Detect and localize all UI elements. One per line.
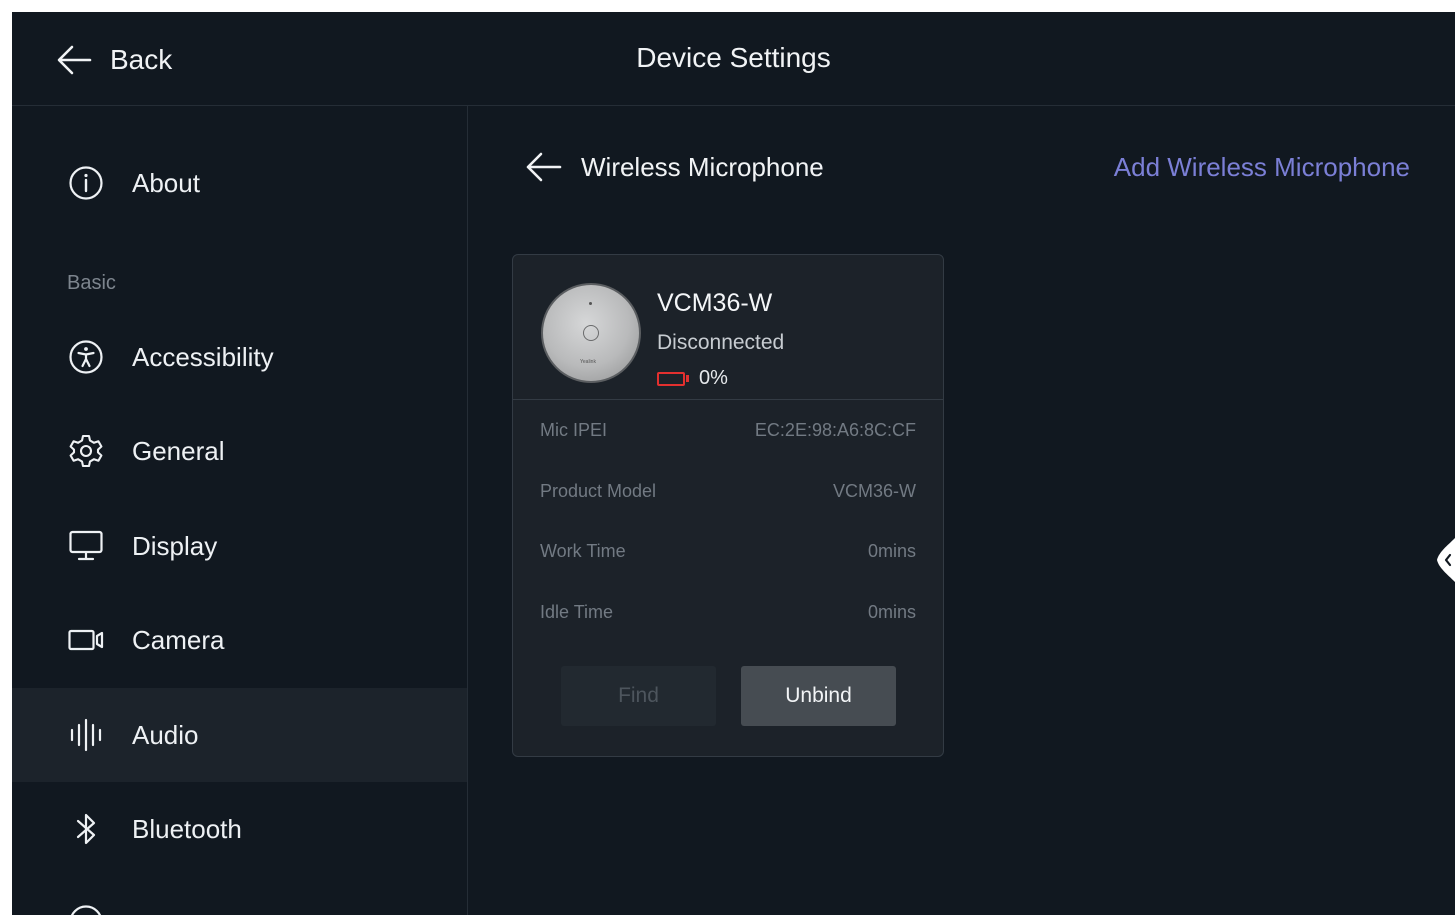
sidebar-item-label: Display xyxy=(132,530,218,561)
monitor-icon xyxy=(66,526,106,566)
info-row-mic-ipei: Mic IPEI EC:2E:98:A6:8C:CF xyxy=(540,415,916,445)
info-label: Mic IPEI xyxy=(540,419,608,440)
sidebar-item-camera[interactable]: Camera xyxy=(12,593,467,687)
battery-icon xyxy=(657,371,685,386)
sidebar-item-label: Audio xyxy=(132,719,199,750)
microphone-card: Yealink VCM36-W Disconnected 0% Mic IPEI… xyxy=(512,254,944,757)
info-value: 0mins xyxy=(867,601,916,622)
info-value: EC:2E:98:A6:8C:CF xyxy=(754,419,916,440)
info-row-work-time: Work Time 0mins xyxy=(540,536,916,566)
device-status: Disconnected xyxy=(657,331,785,354)
sidebar-item-general[interactable]: General xyxy=(12,404,467,498)
info-value: 0mins xyxy=(867,540,916,561)
edge-collapse-handle[interactable] xyxy=(1435,538,1455,582)
info-row-idle-time: Idle Time 0mins xyxy=(540,597,916,627)
mic-brand-text: Yealink xyxy=(580,359,596,365)
find-button[interactable]: Find xyxy=(561,666,716,726)
microphone-image: Yealink xyxy=(541,283,641,383)
sidebar: About Basic Accessibility General Displa… xyxy=(12,106,468,915)
sidebar-item-display[interactable]: Display xyxy=(12,499,467,593)
info-icon xyxy=(66,163,106,203)
sidebar-item-bluetooth[interactable]: Bluetooth xyxy=(12,782,467,876)
sidebar-item-accessibility[interactable]: Accessibility xyxy=(12,310,467,404)
bluetooth-icon xyxy=(66,809,106,849)
sidebar-item-label: About xyxy=(132,167,200,198)
page-title: Device Settings xyxy=(636,42,831,73)
info-label: Product Model xyxy=(540,480,657,501)
card-header: Yealink VCM36-W Disconnected 0% xyxy=(513,255,943,400)
section-heading-basic: Basic xyxy=(67,272,116,294)
main-panel: Wireless Microphone Add Wireless Microph… xyxy=(468,106,1455,915)
partial-circle-icon xyxy=(66,902,106,915)
info-value: VCM36-W xyxy=(832,480,916,501)
audio-waveform-icon xyxy=(66,715,106,755)
sidebar-item-audio[interactable]: Audio xyxy=(12,688,467,782)
info-label: Idle Time xyxy=(540,601,614,622)
camera-icon xyxy=(66,620,106,660)
accessibility-icon xyxy=(66,337,106,377)
sidebar-item-about[interactable]: About xyxy=(12,136,467,230)
add-wireless-microphone-link[interactable]: Add Wireless Microphone xyxy=(1114,152,1410,183)
battery-indicator: 0% xyxy=(657,367,728,390)
sidebar-item-label: Bluetooth xyxy=(132,813,242,844)
sidebar-item-label: Camera xyxy=(132,624,225,655)
sidebar-item-label: Accessibility xyxy=(132,341,274,372)
top-bar: Back Device Settings xyxy=(12,12,1455,106)
arrow-left-icon[interactable] xyxy=(524,150,562,184)
section-title: Wireless Microphone xyxy=(581,152,824,182)
battery-percent: 0% xyxy=(699,367,728,389)
device-settings-screen: Back Device Settings About Basic Accessi… xyxy=(12,12,1455,915)
info-row-product-model: Product Model VCM36-W xyxy=(540,476,916,506)
sidebar-item-label: General xyxy=(132,435,225,466)
unbind-button[interactable]: Unbind xyxy=(741,666,896,726)
device-name: VCM36-W xyxy=(657,289,773,317)
info-label: Work Time xyxy=(540,540,626,561)
gear-icon xyxy=(66,431,106,471)
